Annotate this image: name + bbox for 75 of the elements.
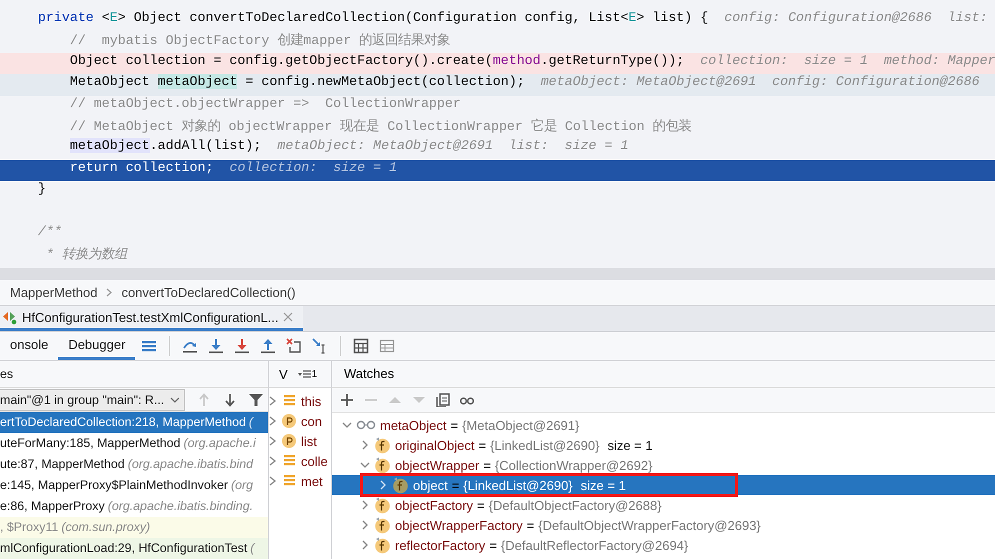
chevron-icon (106, 288, 112, 297)
run-tab[interactable]: HfConfigurationTest.testXmlConfigurationL... (0, 306, 303, 331)
node-label: objectWrapperFactory = {DefaultObjectWrapperFactory@2693} (395, 518, 761, 532)
code-text: // metaObject.objectWrapper => CollectionWrapper (68, 96, 461, 113)
step-out-icon[interactable] (260, 338, 276, 354)
inline-hint: collection: size = 1 (229, 160, 398, 177)
tree-row[interactable]: reflectorFactory = {DefaultReflectorFactory@2694} (332, 535, 995, 555)
tree-row[interactable]: originalObject = {LinkedList@2690} size = 1 (332, 435, 995, 455)
panel-tab[interactable]: onsole (0, 332, 58, 360)
tree-row[interactable]: objectWrapperFactory = {DefaultObjectWrapperFactory@2693} (332, 515, 995, 535)
code-text: Object collection = config.getObjectFactory().create(method.getReturnType()); (68, 52, 684, 70)
stack-frame[interactable]: ute:87, MapperMethod (org.apache.ibatis.bind (0, 454, 268, 475)
calculator-icon[interactable] (353, 338, 370, 354)
code-text: /** (36, 224, 62, 241)
arrow-down-icon[interactable] (223, 392, 237, 408)
code-text: * 转换为数组 (44, 246, 127, 264)
node-label: reflectorFactory = {DefaultReflectorFactory@2694} (395, 538, 688, 552)
stack-frame[interactable]: mlConfigurationLoad:29, HfConfigurationTest ( (0, 538, 268, 559)
add-icon[interactable] (340, 393, 354, 407)
node-label: objectWrapper = {CollectionWrapper@2692} (395, 458, 652, 472)
breadcrumb-item[interactable]: MapperMethod (10, 285, 98, 300)
inline-hint: metaObject: MetaObject@2691 list: size = 1 (277, 138, 628, 156)
copy-icon[interactable] (436, 393, 450, 407)
variable-name[interactable]: this (301, 394, 322, 408)
breadcrumb-item[interactable]: convertToDeclaredCollection() (121, 285, 296, 300)
sort-icon[interactable] (298, 369, 311, 379)
code-text: // MetaObject 对象的 objectWrapper 现在是 CollectionWrapper 它是 Collection 的包装 (68, 118, 692, 136)
panel-title: Watches (332, 361, 995, 388)
code-text: } (36, 181, 46, 198)
panel-title: V (279, 366, 288, 382)
close-icon[interactable] (282, 312, 293, 322)
chevron-right-icon[interactable] (360, 540, 370, 550)
variable-name[interactable]: met (301, 474, 323, 488)
tree-row[interactable]: objectWrapper = {CollectionWrapper@2692} (332, 455, 995, 475)
stack-frame[interactable]: uteForMany:185, MapperMethod (org.apache.i (0, 433, 268, 454)
inline-hint: config: Configuration@2686 list: (724, 10, 988, 27)
panel-title: es (0, 361, 268, 388)
tree-row[interactable]: object = {LinkedList@2690} size = 1 (332, 475, 995, 495)
chevron-right-icon[interactable] (360, 440, 370, 450)
tree-row[interactable]: metaObject = {MetaObject@2691} (332, 415, 995, 435)
filter-icon[interactable] (249, 392, 263, 406)
inline-hint: collection: size = 1 method: Mapper (700, 52, 995, 70)
code-text: // mybatis ObjectFactory 创建mapper 的返回结果对象 (68, 32, 450, 50)
sort-count: 1 (312, 368, 318, 380)
menu-icon[interactable] (141, 338, 158, 354)
code-text: MetaObject metaObject = config.newMetaObject(collection); (68, 74, 525, 92)
caret-icon (170, 396, 180, 402)
variable-name[interactable]: con (301, 414, 322, 428)
stack-frame[interactable]: e:86, MapperProxy (org.apache.ibatis.binding. (0, 496, 268, 517)
node-label: originalObject = {LinkedList@2690} size = 1 (395, 438, 653, 452)
chevron-right-icon[interactable] (378, 480, 388, 490)
code-text: return collection; (68, 160, 214, 177)
stack-frame[interactable]: e:145, MapperProxy$PlainMethodInvoker (org (0, 475, 268, 496)
chevron-down-icon[interactable] (342, 420, 352, 430)
inline-hint: metaObject: MetaObject@2691 config: Configuration@2686 (540, 74, 980, 92)
chevron-right-icon[interactable] (360, 500, 370, 510)
dropdown-value: main"@1 in group "main": R... (0, 392, 164, 406)
drop-frame-icon[interactable] (286, 338, 302, 354)
debug-run-icon (2, 309, 18, 325)
table-icon[interactable] (379, 338, 396, 354)
code-text: private <E> Object convertToDeclaredCollection(Configuration config, List<E> list) { (36, 10, 708, 27)
step-into-icon[interactable] (208, 338, 224, 354)
chevron-right-icon[interactable] (360, 520, 370, 530)
force-step-into-icon[interactable] (234, 338, 250, 354)
node-label: object = {LinkedList@2690} size = 1 (413, 478, 626, 492)
code-text: metaObject.addAll(list); (68, 138, 262, 156)
variable-name[interactable]: list (301, 434, 317, 448)
stack-frame[interactable]: ertToDeclaredCollection:218, MapperMethod ( (0, 412, 268, 433)
variable-name[interactable]: colle (301, 454, 328, 468)
tree-row[interactable]: objectFactory = {DefaultObjectFactory@2688} (332, 495, 995, 515)
chevron-down-icon[interactable] (360, 460, 370, 470)
node-label: objectFactory = {DefaultObjectFactory@2688} (395, 498, 662, 512)
node-label: metaObject = {MetaObject@2691} (380, 418, 580, 432)
tab-label: HfConfigurationTest.testXmlConfigurationL... (22, 310, 279, 324)
thread-dropdown[interactable]: main"@1 in group "main": R... (0, 388, 185, 410)
